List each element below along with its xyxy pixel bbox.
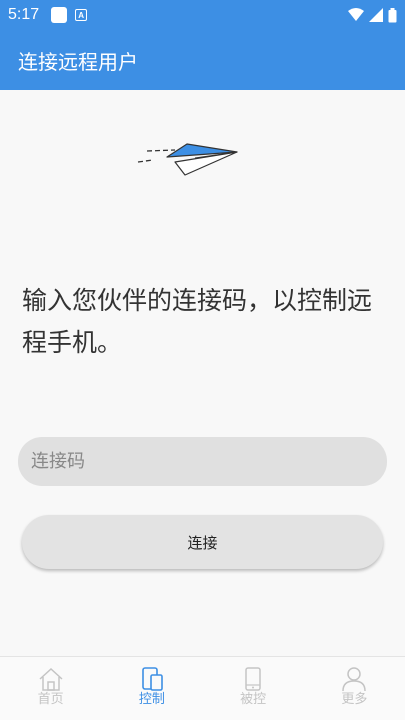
- nav-label-home: 首页: [37, 692, 64, 707]
- paper-plane-icon: [137, 143, 238, 176]
- a-notification-icon: A: [75, 9, 88, 21]
- connection-code-input[interactable]: [18, 437, 387, 486]
- status-time: 5:17: [8, 6, 40, 23]
- battery-icon: [388, 7, 397, 22]
- connect-button[interactable]: 连接: [22, 515, 383, 569]
- home-icon: [39, 667, 63, 691]
- person-icon: [342, 667, 367, 691]
- nav-label-controlled: 被控: [240, 692, 267, 707]
- phone-icon: [245, 667, 261, 691]
- status-indicators: [348, 7, 397, 23]
- bottom-nav: 首页 控制 被控 更多: [0, 656, 405, 720]
- app-bar: 连接远程用户: [0, 30, 405, 90]
- nav-item-more[interactable]: 更多: [304, 657, 405, 720]
- nav-label-more: 更多: [341, 692, 368, 707]
- nav-item-control[interactable]: 控制: [101, 657, 202, 720]
- instruction-text: 输入您伙伴的连接码，以控制远程手机。: [22, 286, 373, 357]
- status-bar: 5:17 A: [0, 0, 405, 30]
- nav-item-controlled[interactable]: 被控: [203, 657, 304, 720]
- wifi-icon: [348, 8, 364, 21]
- nav-item-home[interactable]: 首页: [0, 657, 101, 720]
- signal-icon: [369, 8, 383, 22]
- nav-label-control: 控制: [138, 692, 165, 707]
- page-title: 连接远程用户: [18, 49, 138, 74]
- control-devices-icon: [142, 667, 163, 691]
- notification-icon: [51, 7, 68, 23]
